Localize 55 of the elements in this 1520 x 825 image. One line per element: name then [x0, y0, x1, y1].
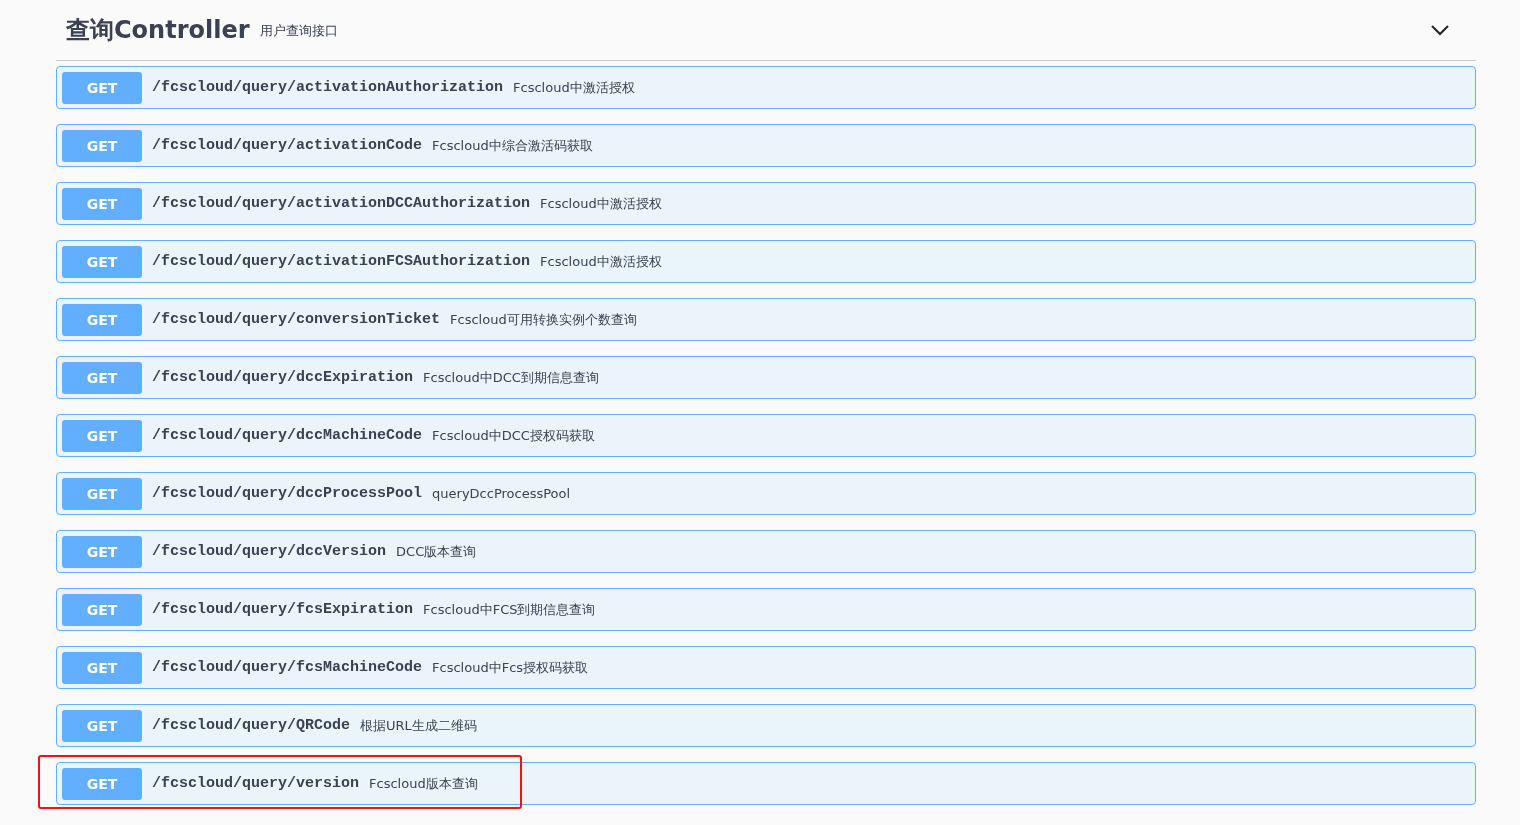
endpoint-path: /fcscloud/query/activationDCCAuthorization: [152, 195, 531, 212]
method-badge: GET: [62, 129, 142, 162]
endpoint-path: /fcscloud/query/QRCode: [152, 717, 351, 734]
method-badge: GET: [62, 767, 142, 800]
endpoint-row[interactable]: GET /fcscloud/query/dccExpiration Fcscloud中DCC到期信息查询: [56, 356, 1476, 399]
endpoint-path: /fcscloud/query/activationAuthorization: [152, 79, 504, 96]
endpoint-path: /fcscloud/query/dccExpiration: [152, 369, 414, 386]
endpoint-summary: Fcscloud中Fcs授权码获取: [432, 658, 589, 677]
endpoint-row[interactable]: GET /fcscloud/query/activationAuthorization Fcscloud中激活授权: [56, 66, 1476, 109]
endpoint-summary: Fcscloud中激活授权: [540, 252, 662, 271]
method-badge: GET: [62, 361, 142, 394]
endpoint-path: /fcscloud/query/fcsExpiration: [152, 601, 414, 618]
endpoint-row[interactable]: GET /fcscloud/query/version Fcscloud版本查询: [56, 762, 1476, 805]
section-title: 查询Controller: [66, 15, 250, 46]
endpoint-path: /fcscloud/query/conversionTicket: [152, 311, 441, 328]
endpoint-path: /fcscloud/query/activationFCSAuthorization: [152, 253, 531, 270]
endpoint-row[interactable]: GET /fcscloud/query/activationFCSAuthorization Fcscloud中激活授权: [56, 240, 1476, 283]
method-badge: GET: [62, 593, 142, 626]
endpoint-path: /fcscloud/query/dccVersion: [152, 543, 387, 560]
endpoint-path: /fcscloud/query/activationCode: [152, 137, 423, 154]
endpoint-row[interactable]: GET /fcscloud/query/dccMachineCode Fcscloud中DCC授权码获取: [56, 414, 1476, 457]
method-badge: GET: [62, 187, 142, 220]
endpoint-summary: Fcscloud中激活授权: [540, 194, 662, 213]
endpoint-summary: Fcscloud中DCC授权码获取: [432, 426, 595, 445]
section-description: 用户查询接口: [259, 22, 338, 40]
endpoint-summary: Fcscloud中激活授权: [513, 78, 635, 97]
endpoint-path: /fcscloud/query/dccMachineCode: [152, 427, 423, 444]
chevron-icon[interactable]: [1430, 24, 1450, 36]
endpoint-row[interactable]: GET /fcscloud/query/activationDCCAuthorization Fcscloud中激活授权: [56, 182, 1476, 225]
method-badge: GET: [62, 303, 142, 336]
method-badge: GET: [62, 535, 142, 568]
endpoint-row[interactable]: GET /fcscloud/query/fcsExpiration Fcscloud中FCS到期信息查询: [56, 588, 1476, 631]
endpoint-summary: Fcscloud中综合激活码获取: [432, 136, 593, 155]
endpoint-row[interactable]: GET /fcscloud/query/dccVersion DCC版本查询: [56, 530, 1476, 573]
endpoint-row[interactable]: GET /fcscloud/query/fcsMachineCode Fcscloud中Fcs授权码获取: [56, 646, 1476, 689]
method-badge: GET: [62, 419, 142, 452]
endpoint-summary: 根据URL生成二维码: [360, 716, 477, 735]
method-badge: GET: [62, 245, 142, 278]
method-badge: GET: [62, 651, 142, 684]
endpoint-summary: DCC版本查询: [396, 542, 477, 561]
method-badge: GET: [62, 477, 142, 510]
endpoint-summary: Fcscloud可用转换实例个数查询: [450, 310, 637, 329]
endpoint-row[interactable]: GET /fcscloud/query/QRCode 根据URL生成二维码: [56, 704, 1476, 747]
endpoint-path: /fcscloud/query/dccProcessPool: [152, 485, 423, 502]
endpoint-path: /fcscloud/query/version: [152, 775, 360, 792]
endpoint-summary: Fcscloud中DCC到期信息查询: [423, 368, 599, 387]
method-badge: GET: [62, 71, 142, 104]
endpoint-path: /fcscloud/query/fcsMachineCode: [152, 659, 423, 676]
endpoint-summary: queryDccProcessPool: [432, 486, 571, 501]
endpoint-row[interactable]: GET /fcscloud/query/dccProcessPool queryDccProcessPool: [56, 472, 1476, 515]
method-badge: GET: [62, 709, 142, 742]
endpoint-summary: Fcscloud中FCS到期信息查询: [423, 600, 596, 619]
endpoint-row[interactable]: GET /fcscloud/query/activationCode Fcscloud中综合激活码获取: [56, 124, 1476, 167]
endpoint-summary: Fcscloud版本查询: [369, 774, 478, 793]
endpoint-row[interactable]: GET /fcscloud/query/conversionTicket Fcscloud可用转换实例个数查询: [56, 298, 1476, 341]
